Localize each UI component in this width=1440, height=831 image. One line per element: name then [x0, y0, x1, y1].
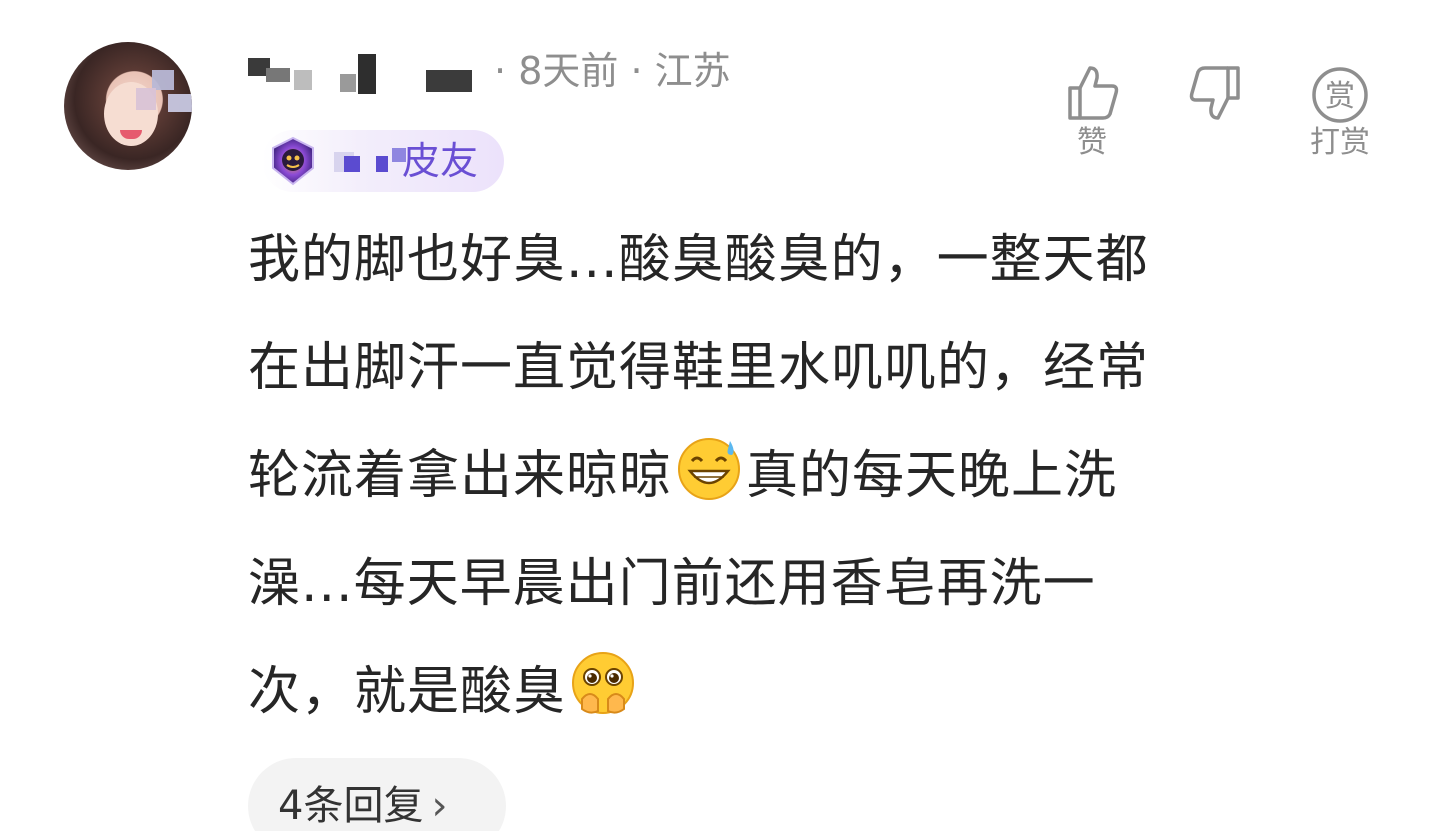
- comment-line-segment: 次，就是酸臭: [248, 662, 567, 722]
- comment-line-segment: 真的每天晚上洗: [746, 446, 1118, 506]
- meta-separator: ·: [494, 49, 507, 93]
- like-label: 赞: [1077, 125, 1107, 160]
- avatar-pixelation: [136, 88, 156, 110]
- replies-label: 4条回复: [278, 783, 424, 829]
- username-redacted[interactable]: [248, 48, 488, 94]
- comment-line: 我的脚也好臭...酸臭酸臭的，一整天都: [248, 230, 1149, 290]
- location: 江苏: [654, 49, 731, 93]
- comment-line: 在出脚汗一直觉得鞋里水叽叽的，经常: [248, 338, 1150, 398]
- pleading-hands-emoji: [572, 652, 635, 714]
- comment-line: 轮流着拿出来晾晾 真的每天晚上洗: [248, 422, 1348, 530]
- badge-emblem-icon: [272, 136, 314, 186]
- comment-meta: · 8天前 · 江苏: [494, 48, 731, 94]
- comment-text: 我的脚也好臭...酸臭酸臭的，一整天都 在出脚汗一直觉得鞋里水叽叽的，经常 轮流…: [248, 206, 1348, 746]
- avatar-pixelation: [168, 94, 192, 112]
- reward-icon: 赏: [1312, 67, 1368, 123]
- user-level-badge[interactable]: 皮友: [262, 130, 504, 192]
- avatar[interactable]: [64, 42, 192, 170]
- comment-line: 澡...每天早晨出门前还用香皂再洗一: [248, 554, 1096, 614]
- like-button[interactable]: 赞: [1052, 62, 1132, 160]
- reward-button[interactable]: 赏 打赏: [1300, 62, 1380, 160]
- comment-line-segment: 轮流着拿出来晾晾: [248, 446, 673, 506]
- comment-line: 次，就是酸臭: [248, 638, 1348, 746]
- thumbs-down-icon: [1189, 66, 1240, 120]
- meta-separator: ·: [630, 49, 643, 93]
- chevron-right-icon: ›: [431, 783, 448, 829]
- badge-label: 皮友: [402, 139, 479, 183]
- comment-item: · 8天前 · 江苏 皮友 赞 赏 打赏 我的脚也好臭...酸臭酸臭的，一整天都…: [0, 0, 1440, 831]
- reward-icon-char: 赏: [1325, 79, 1355, 114]
- avatar-pixelation: [152, 70, 174, 90]
- view-replies-button[interactable]: 4条回复 ›: [248, 758, 506, 831]
- grinning-sweat-emoji: [678, 438, 741, 500]
- dislike-button[interactable]: [1176, 62, 1256, 126]
- reward-label: 打赏: [1310, 125, 1370, 160]
- thumbs-up-icon: [1068, 66, 1119, 120]
- time-ago: 8天前: [518, 49, 619, 93]
